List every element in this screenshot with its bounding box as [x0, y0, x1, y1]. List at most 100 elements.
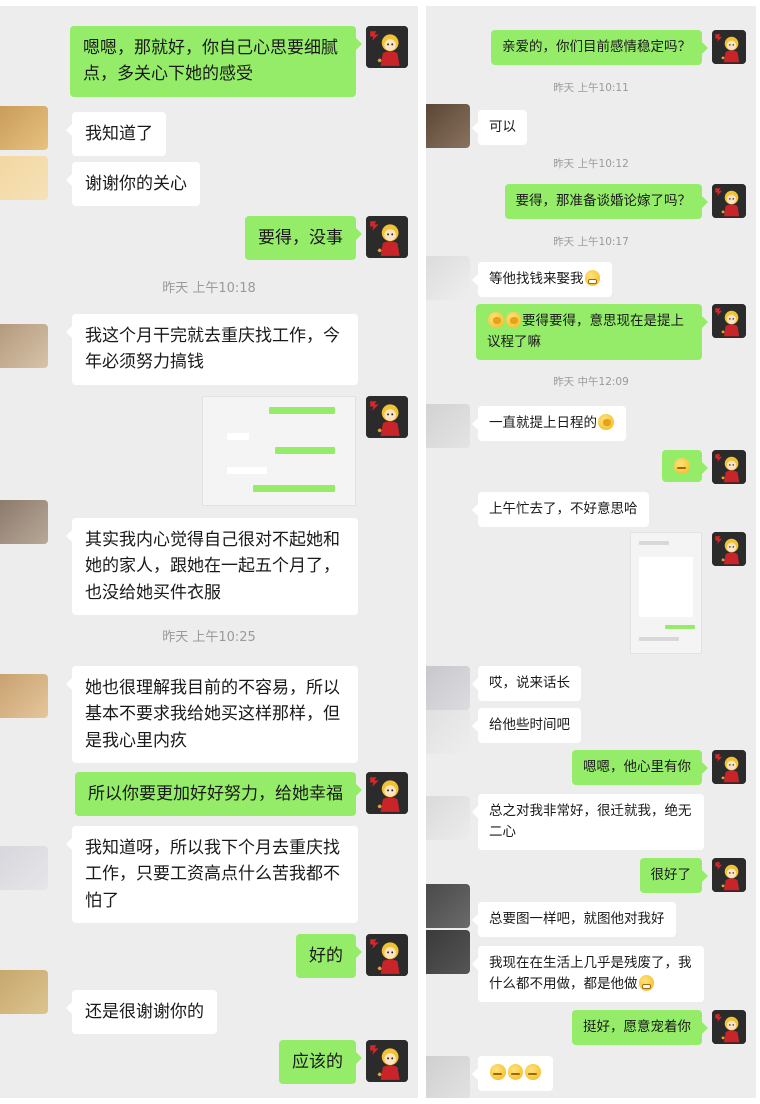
- message-row: 嗯嗯，那就好，你自己心思要细腻点，多关心下她的感受: [0, 26, 418, 97]
- message-row: 总要图一样吧，就图他对我好: [426, 902, 756, 938]
- message-bubble-received[interactable]: 谢谢你的关心: [66, 162, 200, 207]
- timestamp: 昨天 上午10:12: [553, 158, 629, 170]
- my-avatar[interactable]: [366, 934, 408, 976]
- my-avatar[interactable]: [366, 396, 408, 438]
- my-avatar[interactable]: [366, 216, 408, 258]
- thinking-emoji-icon: [488, 312, 504, 328]
- my-avatar[interactable]: [712, 184, 746, 218]
- message-bubble-sent[interactable]: [662, 450, 708, 482]
- my-avatar[interactable]: [712, 532, 746, 566]
- thumb-bubble: [227, 467, 267, 474]
- message-bubble-sent[interactable]: 很好了: [639, 858, 708, 893]
- message-row: [0, 396, 418, 508]
- message-row: 我现在在生活上几乎是残废了，我什么都不用做，都是他做: [426, 946, 756, 1006]
- message-bubble-received[interactable]: 给他些时间吧: [472, 708, 581, 743]
- message-bubble-received[interactable]: 我知道了: [66, 112, 166, 157]
- message-bubble-received[interactable]: 还是很谢谢你的: [66, 990, 217, 1035]
- my-avatar[interactable]: [712, 1010, 746, 1044]
- message-row: 挺好，愿意宠着你: [426, 1010, 756, 1046]
- timestamp: 昨天 上午10:11: [553, 82, 629, 94]
- screenshot-thumbnail: [202, 396, 356, 506]
- message-bubble-sent[interactable]: 好的: [296, 934, 362, 979]
- message-row: 哎，说来话长: [426, 666, 756, 702]
- message-row: 应该的: [0, 1040, 418, 1085]
- message-bubble-sent[interactable]: 嗯嗯，他心里有你: [572, 750, 708, 785]
- my-avatar[interactable]: [366, 772, 408, 814]
- thumb-bubble: [253, 485, 335, 492]
- message-bubble-received[interactable]: 上午忙去了，不好意思哈: [472, 492, 649, 527]
- message-bubble-received[interactable]: 我这个月干完就去重庆找工作，今年必须努力搞钱: [66, 314, 358, 385]
- my-avatar[interactable]: [712, 750, 746, 784]
- thinking-emoji-icon: [505, 312, 522, 328]
- message-bubble-received[interactable]: 可以: [472, 110, 527, 145]
- my-avatar[interactable]: [712, 450, 746, 484]
- message-row: 上午忙去了，不好意思哈: [426, 492, 756, 528]
- message-row: 谢谢你的关心: [0, 162, 418, 207]
- chat-panel-right: 亲爱的，你们目前感情稳定吗？ 昨天 上午10:11 可以 昨天 上午10:12 …: [426, 6, 756, 1098]
- sleepy-emoji-icon: [525, 1064, 541, 1080]
- message-row: 我知道呀，所以我下个月去重庆找工作，只要工资高点什么苦我都不怕了: [0, 826, 418, 924]
- my-avatar[interactable]: [712, 30, 746, 64]
- screenshot-image-message[interactable]: [202, 396, 356, 506]
- thinking-emoji-icon: [598, 414, 614, 430]
- message-row: 可以: [426, 110, 756, 146]
- message-row: 很好了: [426, 858, 756, 894]
- face-emoji-icon: [674, 458, 690, 474]
- grin-emoji-icon: [638, 975, 655, 991]
- message-row: 好的: [0, 934, 418, 979]
- my-avatar[interactable]: [366, 26, 408, 68]
- thumb-bubble: [639, 541, 669, 545]
- message-bubble-sent[interactable]: 要得要得，意思现在是提上议程了嘛: [476, 304, 708, 360]
- message-row: 其实我内心觉得自己很对不起她和她的家人，跟她在一起五个月了，也没给她买件衣服: [0, 518, 418, 616]
- message-bubble-received[interactable]: [472, 1056, 553, 1091]
- message-bubble-sent[interactable]: 挺好，愿意宠着你: [572, 1010, 708, 1045]
- message-bubble-received[interactable]: 哎，说来话长: [472, 666, 581, 701]
- message-bubble-sent[interactable]: 亲爱的，你们目前感情稳定吗？: [491, 30, 708, 65]
- message-row: 要得，那准备谈婚论嫁了吗？: [426, 184, 756, 220]
- message-bubble-sent[interactable]: 应该的: [279, 1040, 362, 1085]
- chat-panel-left: 嗯嗯，那就好，你自己心思要细腻点，多关心下她的感受 我知道了 谢谢你的关心 要得…: [0, 6, 418, 1098]
- message-bubble-received[interactable]: 等他找钱来娶我: [471, 262, 613, 297]
- my-avatar[interactable]: [712, 858, 746, 892]
- message-row: 亲爱的，你们目前感情稳定吗？: [426, 30, 756, 66]
- sleepy-emoji-icon: [490, 1064, 506, 1080]
- message-bubble-received[interactable]: 一直就提上日程的: [472, 406, 626, 441]
- screenshot-thumbnail: [630, 532, 702, 654]
- message-text: 我现在在生活上几乎是残废了，我什么都不用做，都是他做: [489, 955, 692, 992]
- timestamp: 昨天 中午12:09: [553, 376, 629, 388]
- message-bubble-received[interactable]: 总要图一样吧，就图他对我好: [472, 902, 676, 937]
- timestamp: 昨天 上午10:17: [553, 236, 629, 248]
- sleepy-emoji-icon: [507, 1064, 524, 1080]
- message-row: 她也很理解我目前的不容易，所以基本不要求我给她买这样那样，但是我心里内疚: [0, 666, 418, 764]
- thumb-bubble: [639, 557, 693, 617]
- screenshot-image-message[interactable]: [630, 532, 702, 654]
- message-bubble-received[interactable]: 其实我内心觉得自己很对不起她和她的家人，跟她在一起五个月了，也没给她买件衣服: [66, 518, 358, 616]
- my-avatar[interactable]: [712, 304, 746, 338]
- message-row: [426, 1056, 756, 1092]
- message-bubble-received[interactable]: 我现在在生活上几乎是残废了，我什么都不用做，都是他做: [472, 946, 704, 1002]
- message-bubble-received[interactable]: 她也很理解我目前的不容易，所以基本不要求我给她买这样那样，但是我心里内疚: [66, 666, 358, 764]
- message-row: 一直就提上日程的: [426, 406, 756, 442]
- thumb-bubble: [227, 433, 249, 440]
- message-row: 还是很谢谢你的: [0, 990, 418, 1035]
- message-row: 嗯嗯，他心里有你: [426, 750, 756, 786]
- thumb-bubble: [269, 407, 335, 414]
- message-row: 所以你要更加好好努力，给她幸福: [0, 772, 418, 818]
- message-bubble-sent[interactable]: 要得，那准备谈婚论嫁了吗？: [504, 184, 708, 219]
- message-bubble-sent[interactable]: 所以你要更加好好努力，给她幸福: [75, 772, 362, 817]
- thumb-bubble: [665, 625, 695, 629]
- message-text: 等他找钱来娶我: [489, 271, 584, 287]
- timestamp: 昨天 上午10:25: [162, 630, 256, 645]
- message-text: 一直就提上日程的: [489, 415, 597, 431]
- message-bubble-received[interactable]: 总之对我非常好，很迁就我，绝无二心: [472, 794, 704, 850]
- message-row: 要得要得，意思现在是提上议程了嘛: [426, 304, 756, 360]
- message-row: 等他找钱来娶我: [426, 262, 756, 298]
- message-row: 我知道了: [0, 112, 418, 157]
- message-bubble-sent[interactable]: 嗯嗯，那就好，你自己心思要细腻点，多关心下她的感受: [70, 26, 362, 97]
- message-bubble-sent[interactable]: 要得，没事: [245, 216, 362, 261]
- message-row: 总之对我非常好，很迁就我，绝无二心: [426, 794, 756, 850]
- my-avatar[interactable]: [366, 1040, 408, 1082]
- message-bubble-received[interactable]: 我知道呀，所以我下个月去重庆找工作，只要工资高点什么苦我都不怕了: [66, 826, 358, 924]
- timestamp: 昨天 上午10:18: [162, 281, 256, 296]
- grin-emoji-icon: [584, 270, 601, 286]
